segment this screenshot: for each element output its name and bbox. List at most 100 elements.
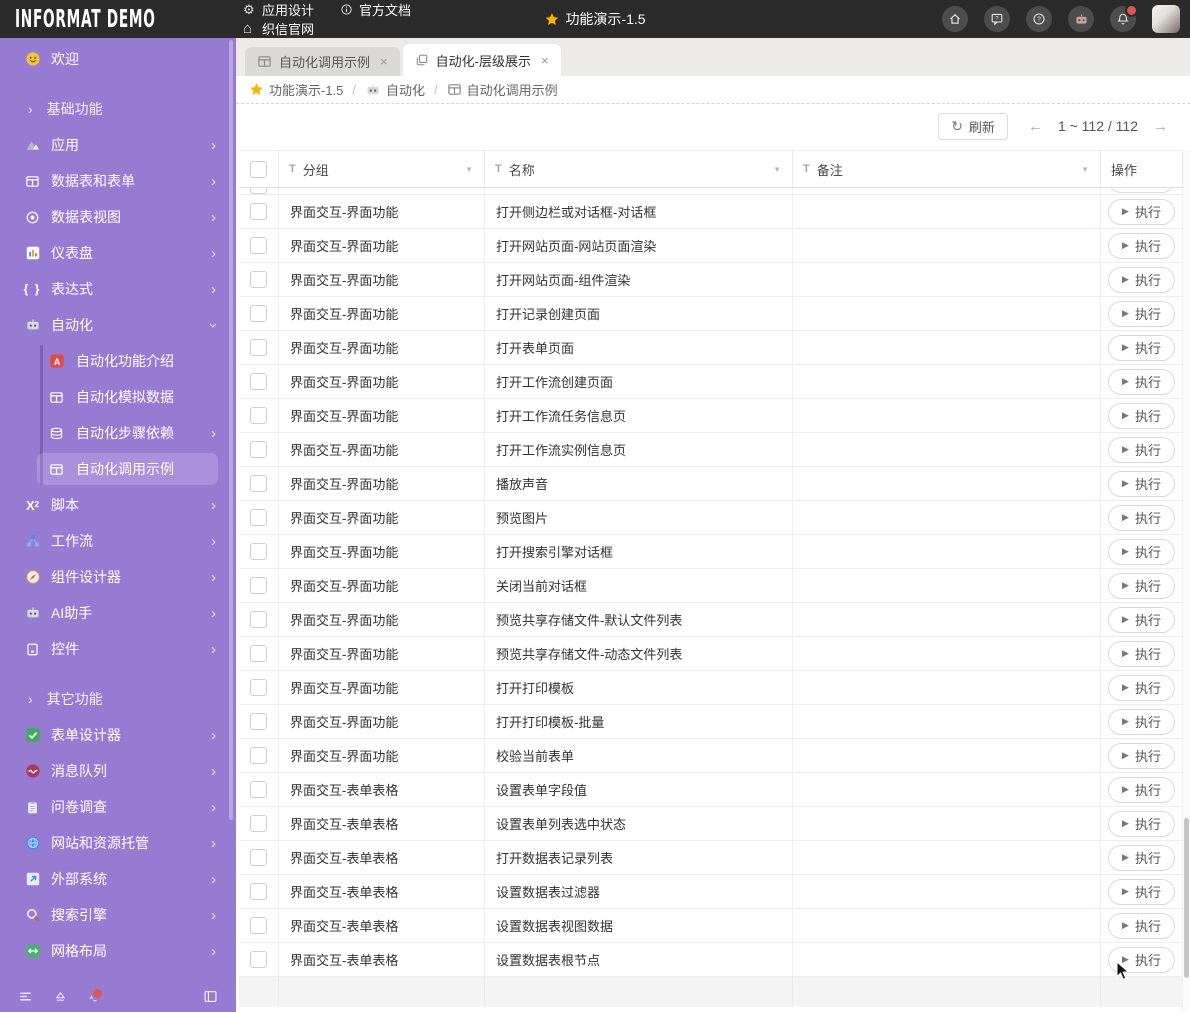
refresh-button[interactable]: ↻ 刷新 (938, 112, 1008, 140)
row-checkbox[interactable] (250, 815, 267, 832)
execute-button[interactable]: ▶ 执行 (1108, 402, 1175, 429)
sidebar-subitem[interactable]: 自动化模拟数据 (0, 379, 236, 415)
row-checkbox[interactable] (250, 611, 267, 628)
row-checkbox[interactable] (250, 339, 267, 356)
execute-button[interactable]: ▶ 执行 (1108, 266, 1175, 293)
row-checkbox[interactable] (250, 203, 267, 220)
sidebar-notifications-button[interactable] (88, 987, 104, 1003)
sidebar-item[interactable]: 网站和资源托管 › (0, 825, 236, 861)
row-checkbox[interactable] (250, 883, 267, 900)
row-checkbox[interactable] (250, 917, 267, 934)
sidebar-section[interactable]: › 基础功能 (0, 91, 236, 127)
sidebar-subitem[interactable]: 自动化调用示例 (0, 451, 236, 487)
execute-button[interactable]: ▶ 执行 (1108, 232, 1175, 259)
scrollbar-thumb[interactable] (1184, 818, 1189, 978)
caret-down-icon[interactable]: ▼ (773, 165, 781, 174)
column-header-note[interactable]: T 备注 ▼ (793, 151, 1101, 187)
sidebar-item[interactable]: 表单设计器 › (0, 717, 236, 753)
tab-0[interactable]: 自动化调用示例 × (245, 47, 400, 76)
breadcrumb-item[interactable]: 功能演示-1.5 (249, 80, 343, 99)
execute-button[interactable]: ▶ 执行 (1108, 538, 1175, 565)
eject-button[interactable] (54, 990, 67, 1003)
execute-button[interactable]: ▶ 执行 (1108, 674, 1175, 701)
next-page-icon[interactable]: → (1153, 118, 1168, 135)
execute-button[interactable]: ▶ 执行 (1108, 742, 1175, 769)
sidebar-item[interactable]: 工作流 › (0, 523, 236, 559)
sidebar-item[interactable]: 搜索引擎 › (0, 897, 236, 933)
row-checkbox[interactable] (250, 645, 267, 662)
column-header-action[interactable]: 操作 (1101, 151, 1183, 187)
sidebar-item[interactable]: 问卷调查 › (0, 789, 236, 825)
execute-button[interactable]: ▶ 执行 (1108, 334, 1175, 361)
sidebar-section[interactable]: › 其它功能 (0, 681, 236, 717)
column-header-name[interactable]: T 名称 ▼ (485, 151, 793, 187)
ai-assistant-button[interactable] (1068, 6, 1094, 32)
execute-button[interactable]: ▶ 执行 (1108, 810, 1175, 837)
tab-1[interactable]: 自动化-层级展示 × (402, 44, 561, 76)
sidebar-item[interactable]: AI助手 › (0, 595, 236, 631)
sidebar-item[interactable]: 组件设计器 › (0, 559, 236, 595)
sidebar-item[interactable]: 数据表和表单 › (0, 163, 236, 199)
execute-button[interactable]: ▶ 执行 (1108, 640, 1175, 667)
home-button[interactable] (942, 6, 968, 32)
close-icon[interactable]: × (380, 54, 388, 69)
execute-button[interactable]: ▶ 执行 (1108, 844, 1175, 871)
collapse-sidebar-button[interactable] (203, 989, 218, 1004)
row-checkbox[interactable] (250, 747, 267, 764)
row-checkbox[interactable] (250, 237, 267, 254)
topbar-menu-item[interactable]: ⌂ 织信官网 (243, 19, 314, 38)
row-checkbox[interactable] (250, 441, 267, 458)
sidebar-item[interactable]: 欢迎 (0, 41, 236, 77)
sidebar-subitem[interactable]: 自动化步骤依赖 › (0, 415, 236, 451)
table-scrollbar[interactable] (1182, 150, 1190, 1012)
execute-button[interactable]: ▶ 执行 (1108, 436, 1175, 463)
sidebar-item[interactable]: 外部系统 › (0, 861, 236, 897)
row-checkbox[interactable] (250, 373, 267, 390)
breadcrumb-item[interactable]: 自动化 (365, 80, 425, 99)
execute-button[interactable]: ▶ 执行 (1108, 776, 1175, 803)
execute-button[interactable]: ▶ 执行 (1108, 504, 1175, 531)
collapse-menu-button[interactable] (18, 989, 33, 1004)
topbar-menu-item[interactable]: ⚙ 应用设计 (243, 0, 314, 19)
execute-button[interactable]: ▶ 执行 (1108, 606, 1175, 633)
app-title[interactable]: 功能演示-1.5 (544, 9, 646, 29)
column-header-group[interactable]: T 分组 ▼ (279, 151, 485, 187)
help-button[interactable]: ? (1026, 6, 1052, 32)
execute-button[interactable]: ▶ 执行 (1108, 572, 1175, 599)
sidebar-item[interactable]: 自动化 › (0, 307, 236, 343)
close-icon[interactable]: × (541, 53, 549, 68)
prev-page-icon[interactable]: ← (1028, 118, 1043, 135)
user-avatar[interactable] (1152, 5, 1180, 33)
notifications-button[interactable] (1110, 4, 1138, 32)
feedback-button[interactable]: ? (984, 6, 1010, 32)
row-checkbox[interactable] (250, 577, 267, 594)
row-checkbox[interactable] (250, 271, 267, 288)
sidebar-item[interactable]: X2 脚本 › (0, 487, 236, 523)
caret-down-icon[interactable]: ▼ (465, 165, 473, 174)
sidebar-item[interactable]: 仪表盘 › (0, 235, 236, 271)
execute-button[interactable]: ▶ 执行 (1108, 368, 1175, 395)
row-checkbox[interactable] (250, 713, 267, 730)
sidebar-item[interactable]: 控件 › (0, 631, 236, 667)
sidebar-item[interactable]: 消息队列 › (0, 753, 236, 789)
row-checkbox[interactable] (250, 475, 267, 492)
execute-button[interactable]: ▶ 执行 (1108, 912, 1175, 939)
sidebar-subitem[interactable]: A 自动化功能介绍 (0, 343, 236, 379)
sidebar-item[interactable]: 数据表视图 › (0, 199, 236, 235)
row-checkbox[interactable] (250, 407, 267, 424)
sidebar-item[interactable]: 应用 › (0, 127, 236, 163)
row-checkbox[interactable] (250, 543, 267, 560)
sidebar-item[interactable]: { } 表达式 › (0, 271, 236, 307)
row-checkbox[interactable] (250, 781, 267, 798)
select-all-checkbox[interactable] (250, 160, 267, 178)
sidebar-item[interactable]: 网格布局 › (0, 933, 236, 969)
row-checkbox[interactable] (250, 849, 267, 866)
execute-button[interactable]: ▶ 执行 (1108, 878, 1175, 905)
row-checkbox[interactable] (250, 509, 267, 526)
row-checkbox[interactable] (250, 951, 267, 968)
execute-button[interactable]: ▶ 执行 (1108, 708, 1175, 735)
topbar-menu-item[interactable]: 官方文档 (340, 0, 411, 19)
row-checkbox[interactable] (250, 679, 267, 696)
execute-button[interactable]: ▶ 执行 (1108, 470, 1175, 497)
execute-button[interactable]: ▶ 执行 (1108, 300, 1175, 327)
